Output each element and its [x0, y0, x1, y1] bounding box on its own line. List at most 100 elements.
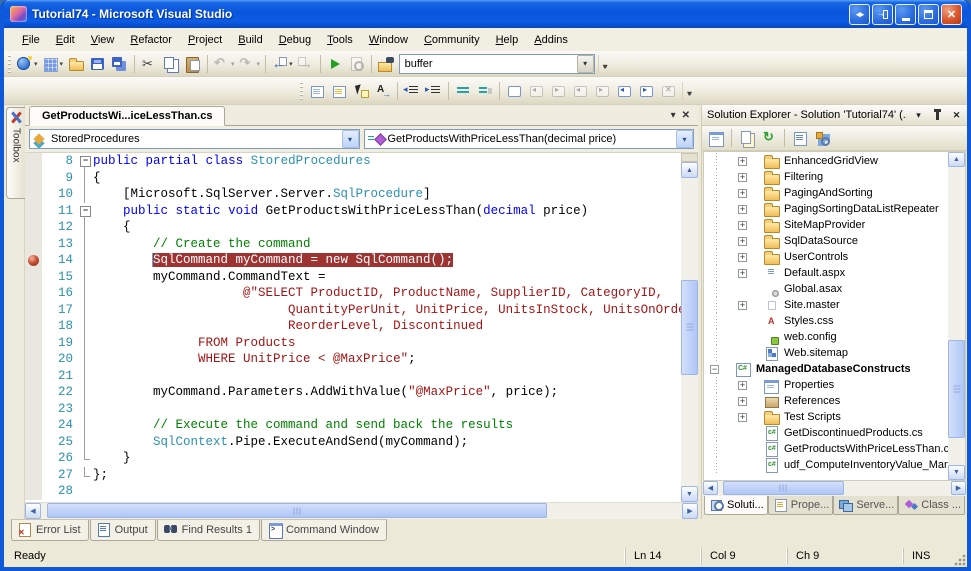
breakpoint-margin[interactable]: [25, 269, 42, 286]
outlining-margin[interactable]: [78, 384, 93, 401]
horizontal-scroll-thumb[interactable]: [47, 503, 547, 518]
expand-icon[interactable]: +: [738, 205, 747, 214]
outlining-margin[interactable]: [78, 467, 93, 484]
previous-bookmark-document-button[interactable]: [613, 80, 635, 102]
code-line[interactable]: 12 {: [25, 219, 681, 236]
tree-item[interactable]: Web.sitemap: [706, 345, 948, 361]
code-line[interactable]: 11 public static void GetProductsWithPri…: [25, 203, 681, 220]
toggle-bookmark-button[interactable]: [503, 80, 525, 102]
tab-find-results[interactable]: Find Results 1: [157, 519, 260, 541]
outlining-margin[interactable]: [78, 483, 93, 500]
outlining-margin[interactable]: [78, 153, 93, 170]
breakpoint-margin[interactable]: [25, 236, 42, 253]
previous-bookmark-button[interactable]: [525, 80, 547, 102]
active-files-dropdown-button[interactable]: ▾: [671, 111, 676, 121]
expand-icon[interactable]: +: [738, 413, 747, 422]
outlining-margin[interactable]: [78, 318, 93, 335]
paste-button[interactable]: [182, 53, 204, 75]
outlining-margin[interactable]: [78, 203, 93, 220]
find-dropdown-button[interactable]: ▾: [577, 55, 594, 73]
find-in-files-button[interactable]: [375, 53, 397, 75]
tree-scroll-track[interactable]: [948, 167, 965, 465]
tree-expander[interactable]: +: [734, 301, 762, 310]
tree-expander[interactable]: +: [734, 237, 762, 246]
tree-item[interactable]: +Properties: [706, 377, 948, 393]
menu-build[interactable]: Build: [230, 31, 270, 49]
outlining-margin[interactable]: [78, 351, 93, 368]
code-line[interactable]: 14 SqlCommand myCommand = new SqlCommand…: [25, 252, 681, 269]
tree-item[interactable]: +PagingSortingDataListRepeater: [706, 201, 948, 217]
outlining-margin[interactable]: [78, 269, 93, 286]
tree-item[interactable]: +UserControls: [706, 249, 948, 265]
menu-edit[interactable]: Edit: [48, 31, 83, 49]
tree-item[interactable]: +Filtering: [706, 169, 948, 185]
outlining-margin[interactable]: [78, 170, 93, 187]
scroll-down-button[interactable]: ▼: [681, 486, 698, 502]
tab-class[interactable]: Class ...: [898, 496, 965, 515]
breakpoint-margin[interactable]: [25, 384, 42, 401]
members-dropdown-button[interactable]: ▾: [676, 130, 693, 148]
toolbar-options-chevron[interactable]: [598, 55, 609, 73]
menu-debug[interactable]: Debug: [271, 31, 319, 49]
code-editor[interactable]: 8public partial class StoredProcedures9{…: [25, 153, 681, 502]
tree-item[interactable]: +References: [706, 393, 948, 409]
parameter-info-button[interactable]: [328, 80, 350, 102]
menu-project[interactable]: Project: [180, 31, 230, 49]
new-website-button[interactable]: ▾: [14, 53, 40, 75]
toolbox-tab[interactable]: Toolbox: [6, 107, 25, 199]
code-line[interactable]: 24 // Execute the command and send back …: [25, 417, 681, 434]
tab-solution[interactable]: Soluti...: [704, 496, 768, 515]
horizontal-scroll-track[interactable]: [41, 503, 682, 519]
tree-item[interactable]: −ManagedDatabaseConstructs: [706, 361, 948, 377]
editor-splitter-box[interactable]: [681, 153, 698, 162]
vertical-scroll-track[interactable]: [681, 178, 698, 486]
find-combobox[interactable]: ▾: [399, 54, 595, 74]
expand-icon[interactable]: +: [738, 189, 747, 198]
breakpoint-margin[interactable]: [25, 203, 42, 220]
breakpoint-margin[interactable]: [25, 285, 42, 302]
toolbar-grip-2[interactable]: [300, 82, 303, 100]
maximize-button[interactable]: [918, 4, 939, 25]
tree-scroll-down-button[interactable]: ▼: [948, 465, 965, 480]
tree-expander[interactable]: +: [734, 189, 762, 198]
search-button[interactable]: [346, 53, 368, 75]
expand-icon[interactable]: +: [738, 381, 747, 390]
next-bookmark-document-button[interactable]: [635, 80, 657, 102]
tab-server[interactable]: Serve...: [833, 496, 898, 515]
scroll-right-button[interactable]: ▶: [682, 503, 698, 519]
breakpoint-margin[interactable]: [25, 417, 42, 434]
outlining-margin[interactable]: [78, 236, 93, 253]
outlining-margin[interactable]: [78, 417, 93, 434]
window-position-menu-button[interactable]: ▾: [911, 108, 926, 123]
tree-scroll-thumb[interactable]: [948, 340, 965, 438]
tree-hscroll-track[interactable]: [718, 481, 951, 496]
outlining-margin[interactable]: [78, 285, 93, 302]
navigate-forward-button[interactable]: [295, 53, 317, 75]
code-line[interactable]: 19 FROM Products: [25, 335, 681, 352]
types-dropdown-button[interactable]: ▾: [342, 130, 359, 148]
start-debugging-button[interactable]: [324, 53, 346, 75]
expand-icon[interactable]: +: [738, 221, 747, 230]
tab-command-window[interactable]: Command Window: [261, 519, 387, 541]
find-input[interactable]: [403, 57, 573, 71]
editor-vertical-scrollbar[interactable]: ▲ ▼: [681, 153, 698, 502]
auto-hide-pin-button[interactable]: [930, 108, 945, 123]
expand-icon[interactable]: +: [738, 397, 747, 406]
decrease-indent-button[interactable]: [401, 80, 423, 102]
tree-scroll-up-button[interactable]: ▲: [948, 152, 965, 167]
breakpoint-margin[interactable]: [25, 186, 42, 203]
word-completion-button[interactable]: [372, 80, 394, 102]
outlining-margin[interactable]: [78, 434, 93, 451]
breakpoint-margin[interactable]: [25, 170, 42, 187]
uncomment-selection-button[interactable]: [474, 80, 496, 102]
properties-window-button[interactable]: [706, 128, 726, 148]
code-line[interactable]: 9{: [25, 170, 681, 187]
breakpoint-margin[interactable]: [25, 153, 42, 170]
tree-vertical-scrollbar[interactable]: ▲ ▼: [948, 152, 965, 480]
menu-addins[interactable]: Addins: [526, 31, 576, 49]
members-combobox[interactable]: GetProductsWithPriceLessThan(decimal pri…: [364, 129, 695, 149]
breakpoint-margin[interactable]: [25, 351, 42, 368]
tab-error-list[interactable]: Error List: [11, 519, 89, 541]
toolbar-grip[interactable]: [8, 55, 11, 73]
tree-item[interactable]: +SiteMapProvider: [706, 217, 948, 233]
